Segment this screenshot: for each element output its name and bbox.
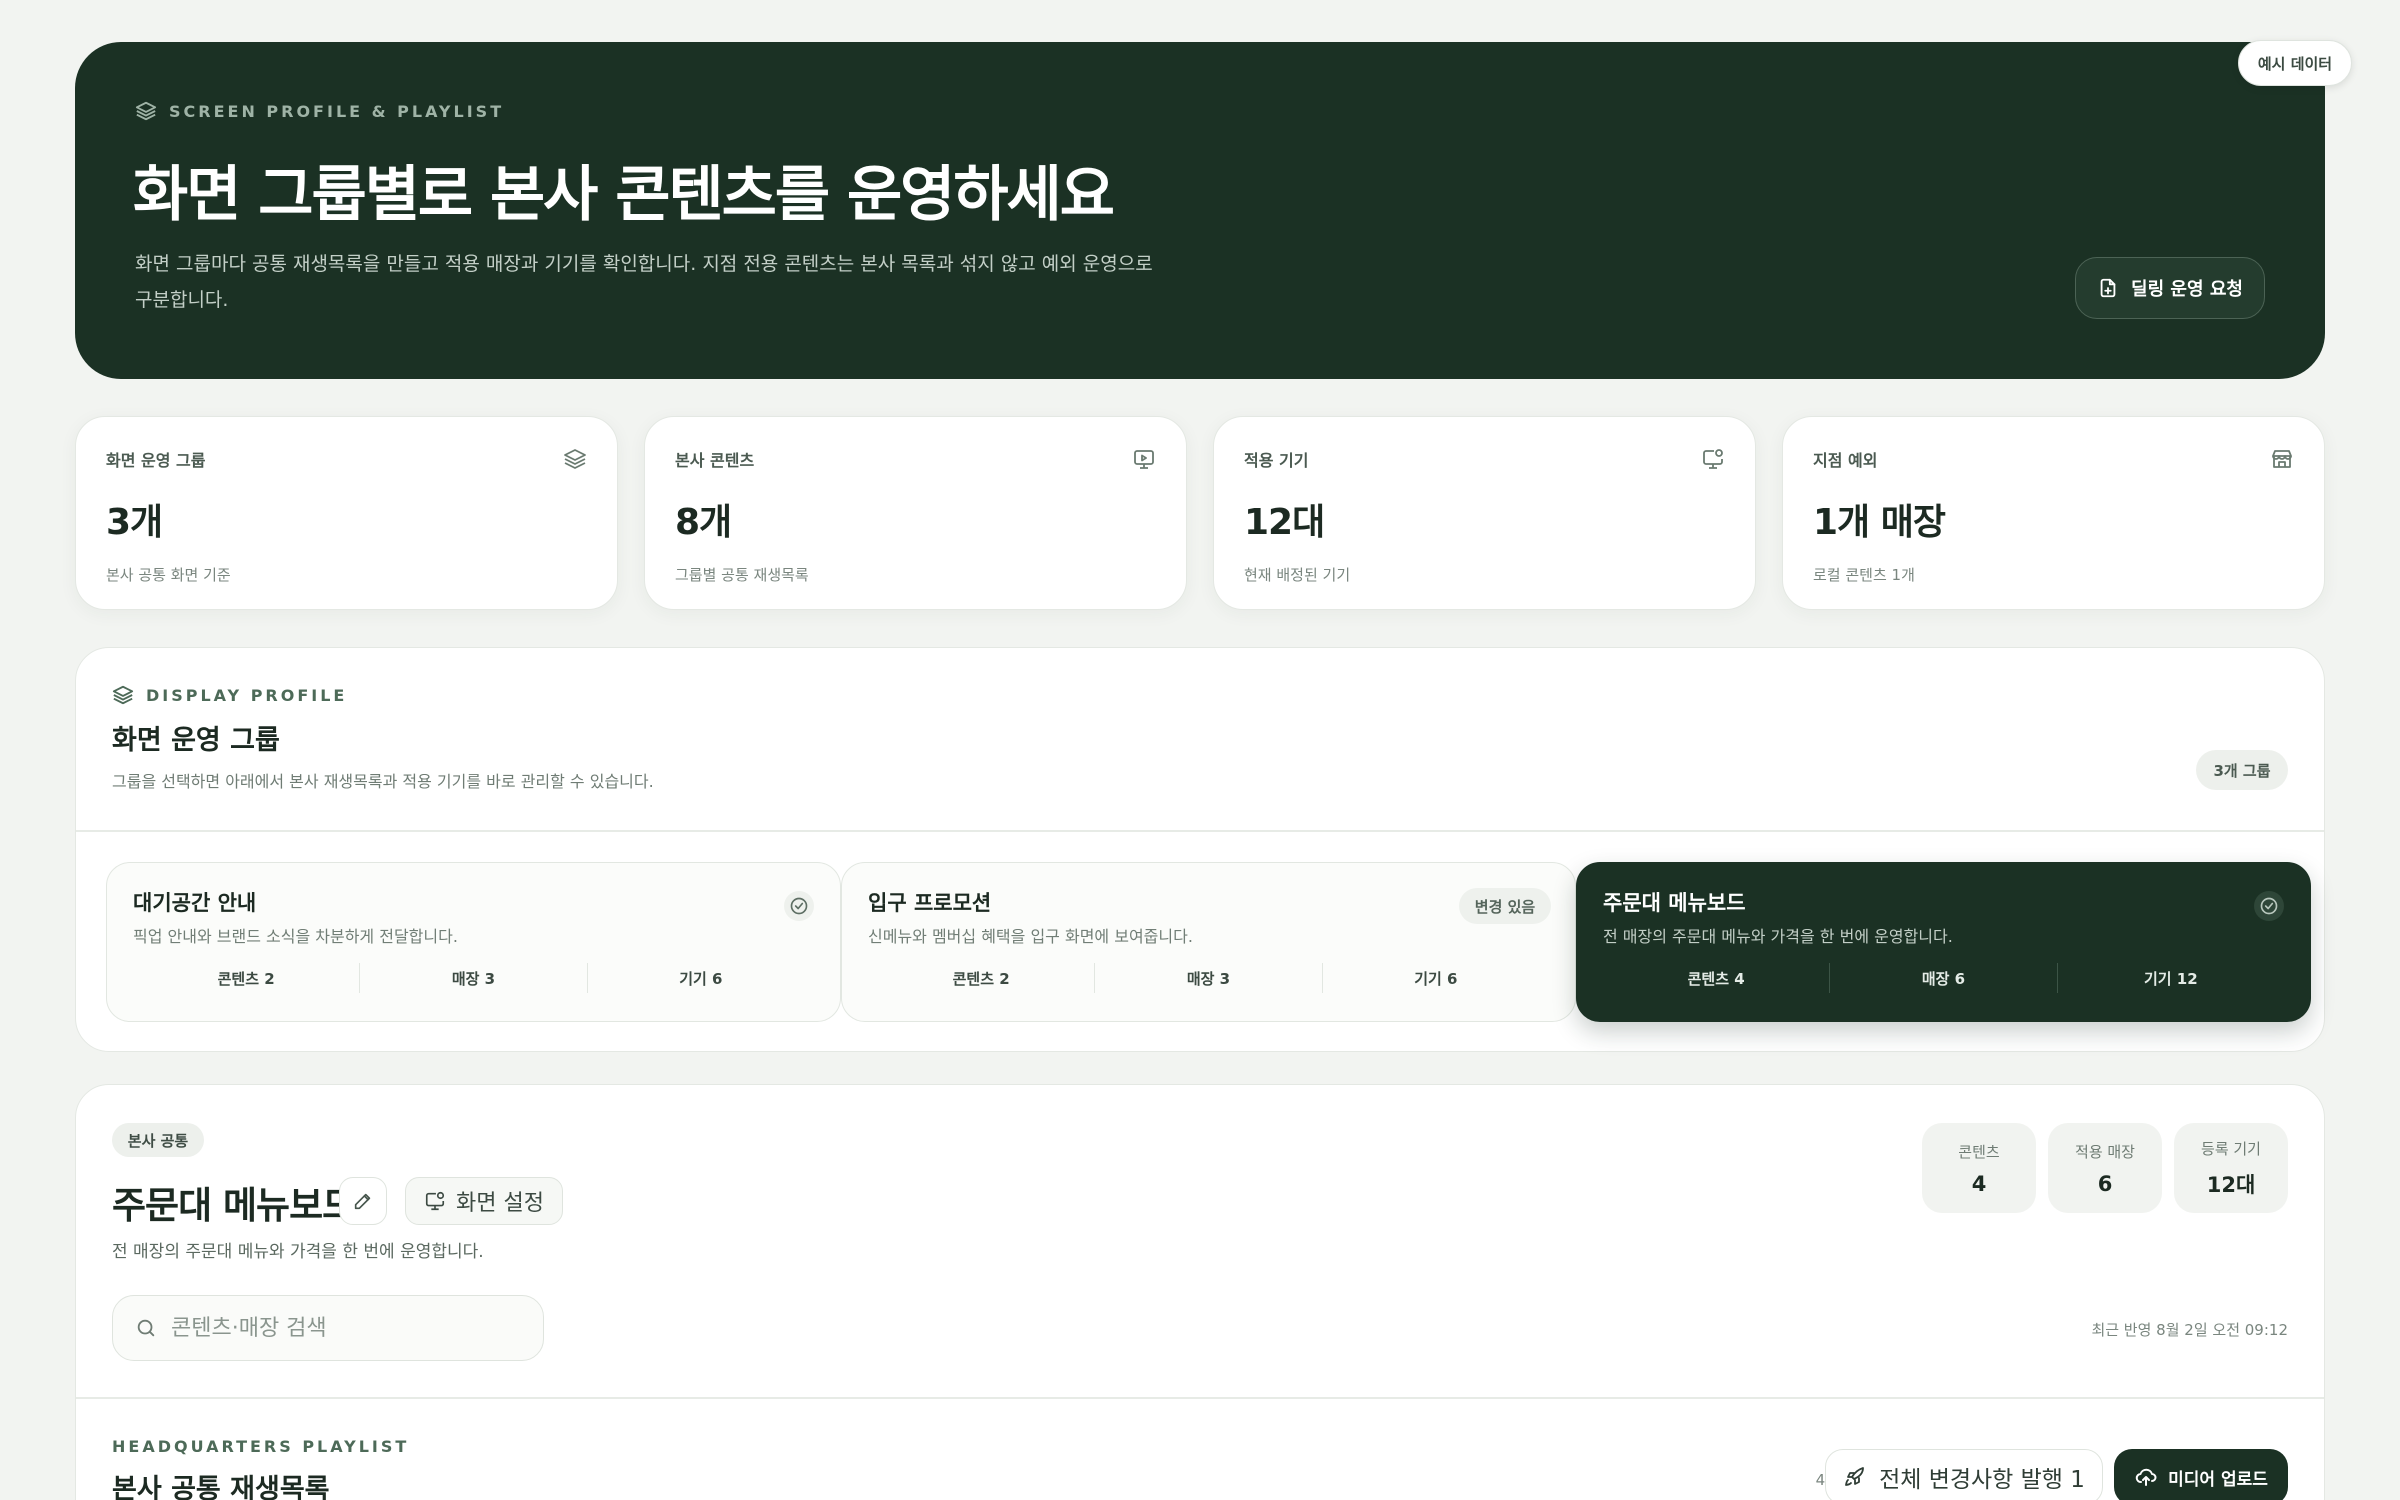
layers-icon [563,447,587,471]
monitor-settings-icon [424,1190,446,1212]
mini-stat-value: 4 [1971,1171,1987,1196]
stat-sub: 본사 공통 화면 기준 [106,566,231,584]
group-title: 주문대 메뉴보드 [1603,891,1746,915]
section-eyebrow: HEADQUARTERS PLAYLIST [112,1437,410,1456]
search-input[interactable] [171,1315,511,1341]
publish-all-label: 전체 변경사항 발행 1 [1879,1467,2085,1493]
stat-label: 지점 예외 [1813,451,1878,470]
check-circle-icon [2254,891,2284,921]
group-card-entrance-promotion[interactable]: 입구 프로모션 신메뉴와 멤버십 혜택을 입구 화면에 보여줍니다. 변경 있음… [841,862,1576,1022]
playlist-description: 전 매장의 주문대 메뉴와 가격을 한 번에 운영합니다. [112,1242,484,1262]
search-box [112,1295,544,1361]
screen-settings-button[interactable]: 화면 설정 [405,1177,563,1225]
mini-stat-label: 적용 매장 [2075,1142,2135,1161]
group-stats: 콘텐츠 2 매장 3 기기 6 [868,963,1549,993]
group-card-counter-menuboard[interactable]: 주문대 메뉴보드 전 매장의 주문대 메뉴와 가격을 한 번에 운영합니다. 콘… [1576,862,2311,1022]
operation-request-label: 딜링 운영 요청 [2131,279,2243,300]
panel-description: 그룹을 선택하면 아래에서 본사 재생목록과 적용 기기를 바로 관리할 수 있… [112,772,654,791]
mini-stat-label: 등록 기기 [2201,1139,2261,1158]
mini-stat-stores: 적용 매장 6 [2048,1123,2162,1213]
layers-icon [112,684,134,706]
search-icon [135,1317,157,1339]
media-upload-button[interactable]: 미디어 업로드 [2114,1449,2288,1500]
screen-settings-label: 화면 설정 [456,1191,544,1216]
stat-value: 12대 [1244,502,1325,543]
hero-description: 화면 그룹마다 공통 재생목록을 만들고 적용 매장과 기기를 확인합니다. 지… [135,253,1153,311]
group-count-badge: 3개 그룹 [2196,750,2288,790]
group-store-count: 매장 6 [1829,963,2056,993]
hq-common-tag: 본사 공통 [112,1123,204,1157]
hero-banner: SCREEN PROFILE & PLAYLIST 화면 그룹별로 본사 콘텐츠… [75,42,2325,379]
mini-stat-content: 콘텐츠 4 [1922,1123,2036,1213]
group-card-waiting-area[interactable]: 대기공간 안내 픽업 안내와 브랜드 소식을 차분하게 전달합니다. 콘텐츠 2… [106,862,841,1022]
publish-all-button[interactable]: 전체 변경사항 발행 1 [1825,1449,2103,1500]
panel-eyebrow: DISPLAY PROFILE [112,684,347,706]
stat-sub: 로컬 콘텐츠 1개 [1813,566,1915,584]
group-stats: 콘텐츠 4 매장 6 기기 12 [1603,963,2284,993]
monitor-play-icon [1132,447,1156,471]
stat-card-display-groups: 화면 운영 그룹 3개 본사 공통 화면 기준 [75,416,618,610]
layers-icon [135,100,157,122]
divider [76,1397,2324,1399]
mini-stat-value: 6 [2097,1171,2113,1196]
playlist-title: 주문대 메뉴보드 [112,1184,356,1227]
hero-eyebrow-text: SCREEN PROFILE & PLAYLIST [169,101,505,121]
hero-title: 화면 그룹별로 본사 콘텐츠를 운영하세요 [133,160,1115,230]
stat-label: 화면 운영 그룹 [106,451,206,470]
group-device-count: 기기 6 [1321,963,1549,993]
mini-stat-label: 콘텐츠 [1958,1142,2000,1161]
group-store-count: 매장 3 [1094,963,1321,993]
stat-card-devices: 적용 기기 12대 현재 배정된 기기 [1213,416,1756,610]
stat-card-hq-content: 본사 콘텐츠 8개 그룹별 공통 재생목록 [644,416,1187,610]
cloud-upload-icon [2134,1465,2158,1489]
playlist-panel: 본사 공통 주문대 메뉴보드 화면 설정 전 매장의 주문대 메뉴와 가격을 한… [75,1084,2325,1500]
stat-label: 적용 기기 [1244,451,1309,470]
display-profile-panel: DISPLAY PROFILE 화면 운영 그룹 그룹을 선택하면 아래에서 본… [75,647,2325,1052]
group-store-count: 매장 3 [359,963,586,993]
operation-request-button[interactable]: 딜링 운영 요청 [2075,257,2265,319]
stat-sub: 현재 배정된 기기 [1244,566,1351,584]
group-description: 신메뉴와 멤버십 혜택을 입구 화면에 보여줍니다. [868,927,1193,946]
pencil-icon [352,1190,374,1212]
media-upload-label: 미디어 업로드 [2168,1469,2268,1490]
divider [76,830,2324,832]
stat-value: 1개 매장 [1813,502,1946,543]
rocket-icon [1843,1465,1867,1489]
monitor-settings-icon [1701,447,1725,471]
mini-stat-devices: 등록 기기 12대 [2174,1123,2288,1213]
group-content-count: 콘텐츠 4 [1687,969,1745,988]
stat-sub: 그룹별 공통 재생목록 [675,566,809,584]
hero-eyebrow: SCREEN PROFILE & PLAYLIST [135,100,504,122]
stat-value: 3개 [106,502,163,543]
group-device-count: 기기 12 [2056,963,2284,993]
stat-card-store-exceptions: 지점 예외 1개 매장 로컬 콘텐츠 1개 [1782,416,2325,610]
sample-data-badge: 예시 데이터 [2238,40,2352,86]
group-title: 입구 프로모션 [868,891,992,915]
check-circle-icon [784,891,814,921]
group-device-count: 기기 6 [586,963,814,993]
store-icon [2270,447,2294,471]
file-add-icon [2097,277,2119,299]
group-stats: 콘텐츠 2 매장 3 기기 6 [133,963,814,993]
panel-title: 화면 운영 그룹 [112,725,280,756]
changes-pending-badge: 변경 있음 [1459,888,1551,924]
group-description: 전 매장의 주문대 메뉴와 가격을 한 번에 운영합니다. [1603,927,1953,946]
stat-value: 8개 [675,502,732,543]
group-content-count: 콘텐츠 2 [952,969,1010,988]
group-title: 대기공간 안내 [133,891,257,915]
edit-title-button[interactable] [339,1177,387,1225]
section-title: 본사 공통 재생목록 [112,1474,330,1500]
mini-stat-value: 12대 [2206,1172,2256,1197]
group-content-count: 콘텐츠 2 [217,969,275,988]
panel-eyebrow-text: DISPLAY PROFILE [146,685,348,705]
stat-label: 본사 콘텐츠 [675,451,755,470]
last-published-time: 최근 반영 8월 2일 오전 09:12 [2091,1321,2288,1339]
group-description: 픽업 안내와 브랜드 소식을 차분하게 전달합니다. [133,927,458,946]
